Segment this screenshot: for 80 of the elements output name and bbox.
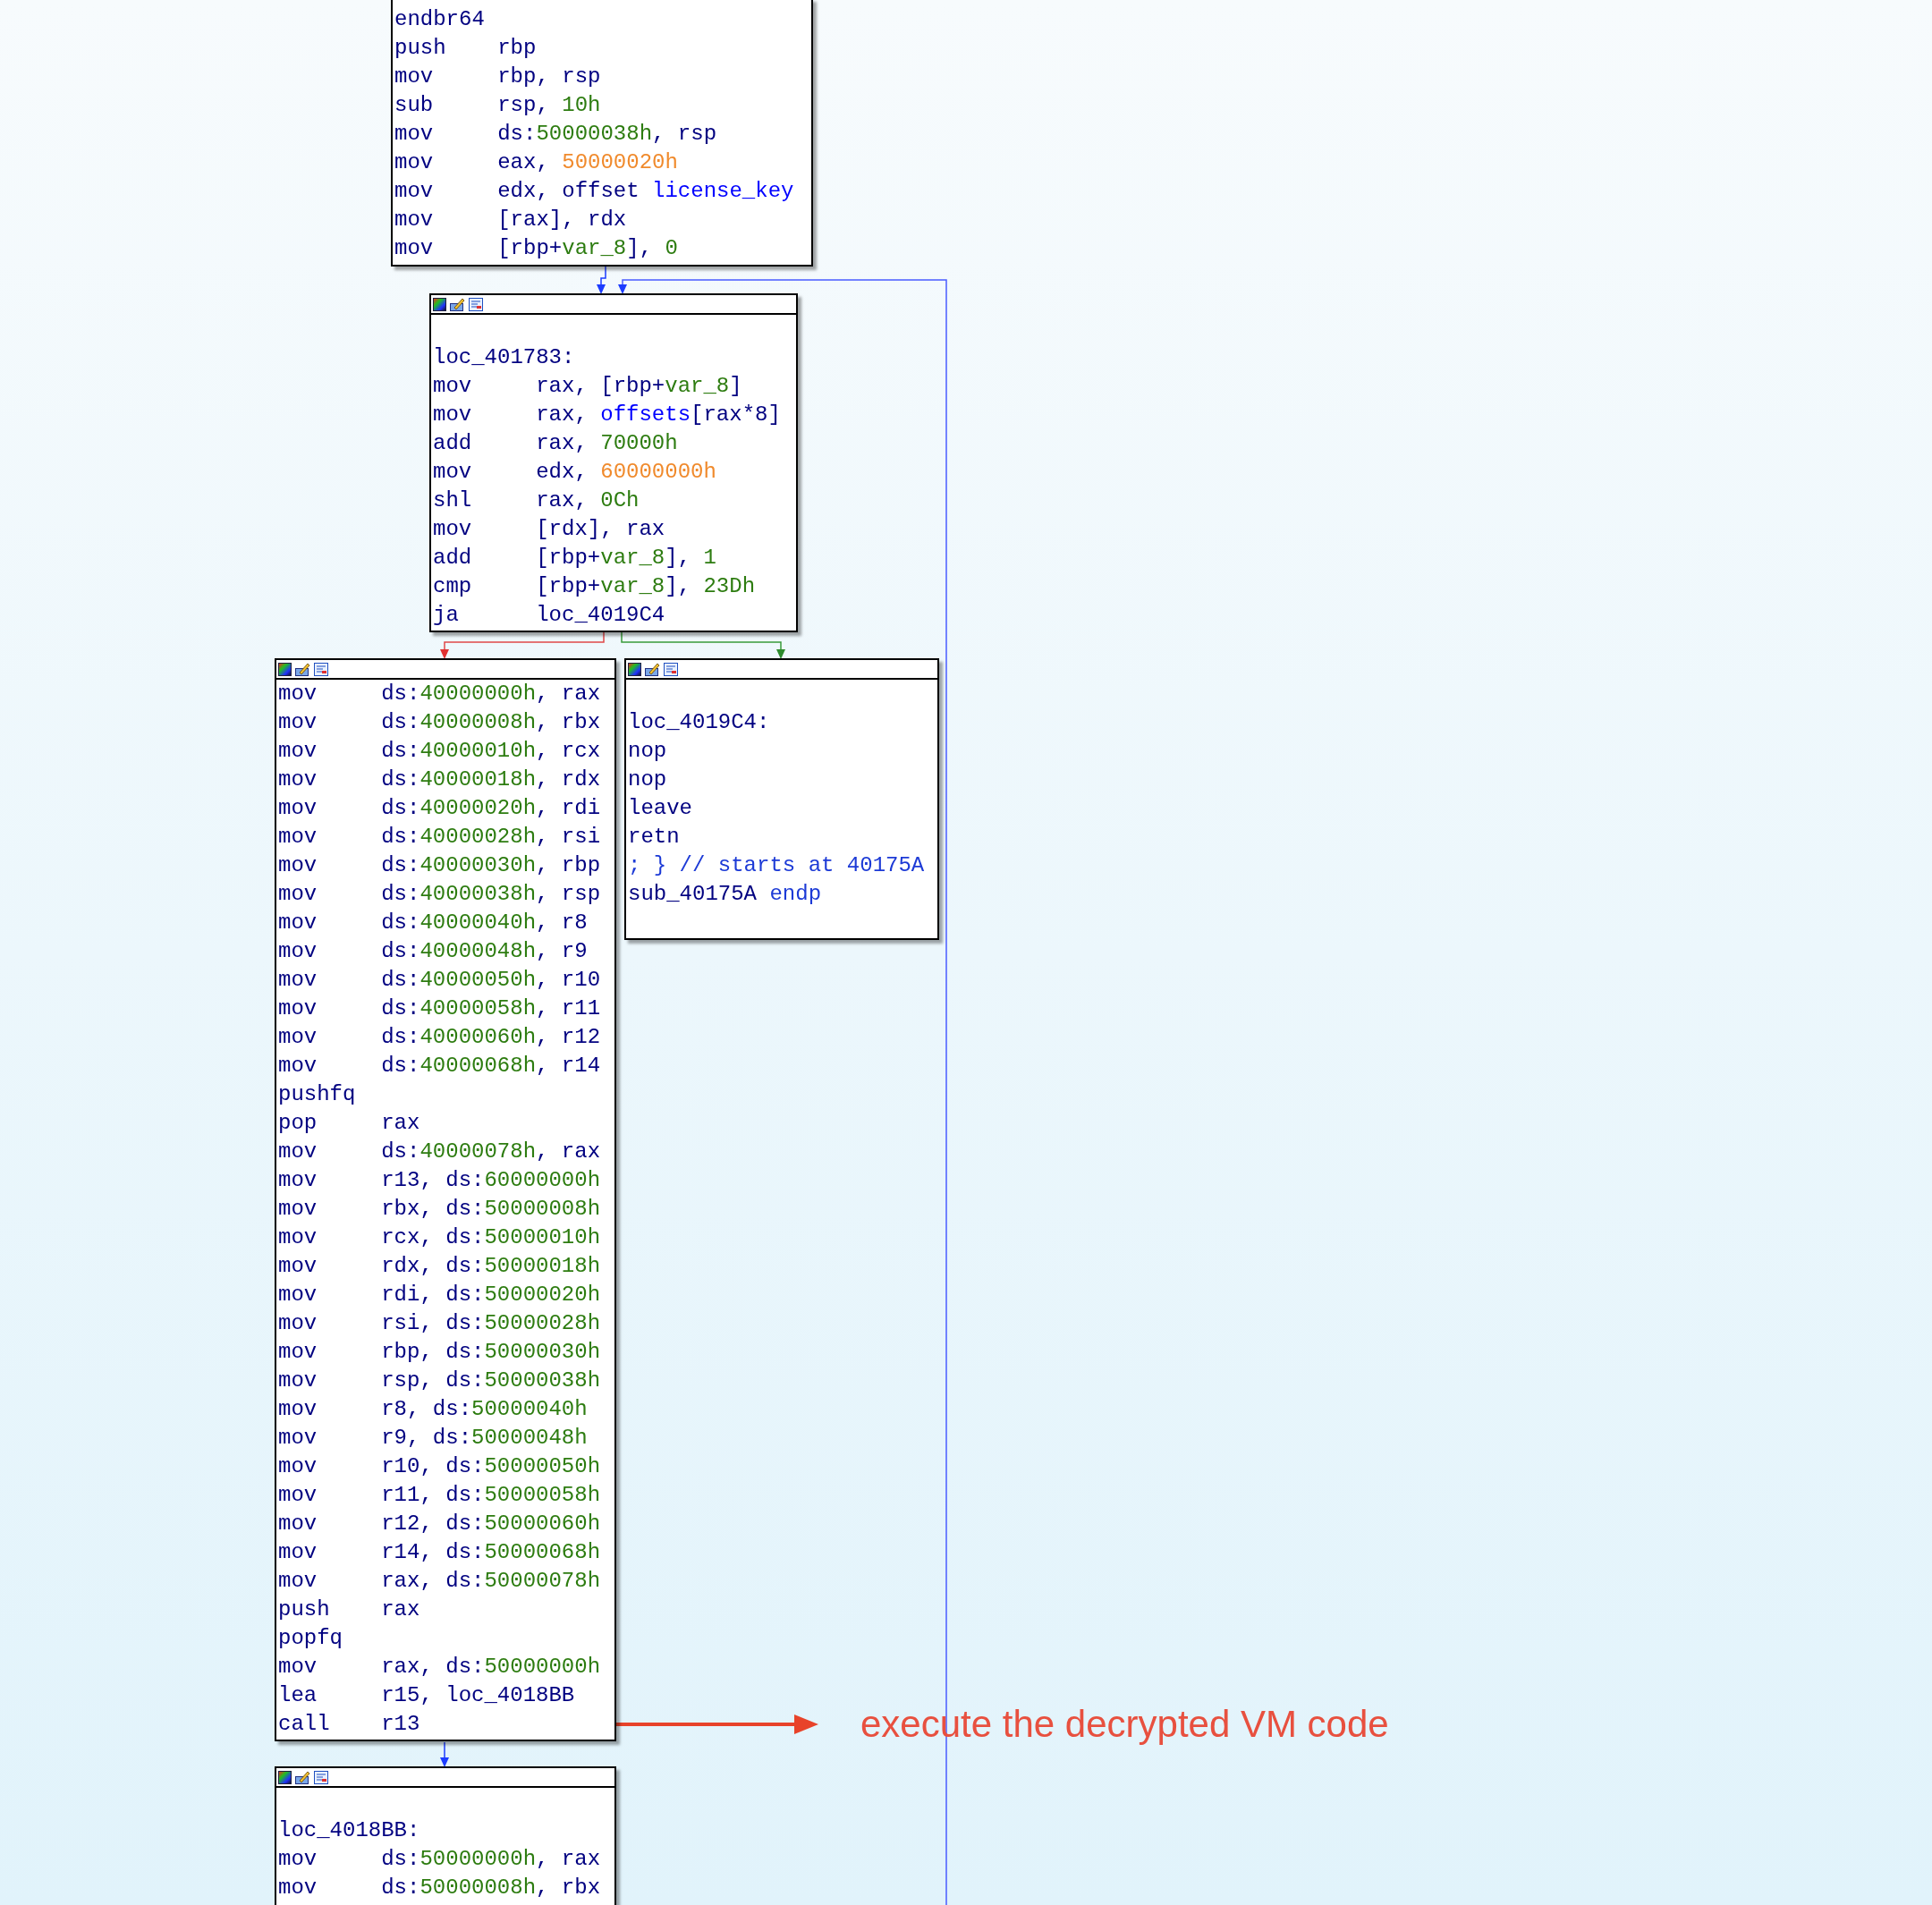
code-line: mov ds:40000078h, rax (278, 1139, 602, 1165)
code-line: mov edx, offset license_key (394, 178, 795, 205)
code-line: mov r11, ds:50000058h (278, 1482, 602, 1509)
code-line: mov rax, ds:50000000h (278, 1654, 602, 1681)
palette-icon[interactable] (433, 297, 446, 311)
code-label: loc_4019C4: (628, 709, 771, 736)
code-line: mov ds:50000000h, rax (278, 1846, 602, 1873)
pencil-icon[interactable] (645, 662, 660, 676)
pencil-icon[interactable] (295, 1770, 310, 1784)
pencil-icon[interactable] (295, 662, 310, 676)
code-line: mov ds:50000038h, rsp (394, 121, 718, 148)
graph-icon[interactable] (314, 662, 328, 676)
code-line: mov ds:40000068h, r14 (278, 1053, 602, 1080)
code-line: mov ds:40000030h, rbp (278, 852, 602, 879)
code-line: nop (628, 766, 668, 793)
code-line: popfq (278, 1625, 343, 1652)
palette-icon[interactable] (278, 1770, 292, 1784)
code-line: mov [rax], rdx (394, 207, 628, 233)
code-line: mov r14, ds:50000068h (278, 1539, 602, 1566)
code-line: push rbp (394, 35, 538, 62)
code-line: retn (628, 824, 681, 851)
graph-icon[interactable] (664, 662, 678, 676)
code-line: mov r10, ds:50000050h (278, 1453, 602, 1480)
code-line: lea r15, loc_4018BB (278, 1682, 576, 1709)
code-line: shl rax, 0Ch (433, 487, 640, 514)
code-line: leave (628, 795, 693, 822)
code-line: mov rax, [rbp+var_8] (433, 373, 743, 400)
pencil-icon[interactable] (450, 297, 465, 311)
code-line: mov [rbp+var_8], 0 (394, 235, 679, 262)
code-line: mov ds:40000058h, r11 (278, 995, 602, 1022)
graph-icon[interactable] (469, 297, 483, 311)
code-line: mov rbp, rsp (394, 64, 602, 90)
code-line: mov rbx, ds:50000008h (278, 1196, 602, 1223)
code-line: mov [rdx], rax (433, 516, 666, 543)
code-line: endbr64 (394, 6, 486, 33)
code-label: loc_401783: (433, 344, 576, 371)
code-line: call r13 (278, 1711, 421, 1738)
code-line: ja loc_4019C4 (433, 602, 666, 629)
code-line: mov edx, 60000000h (433, 459, 717, 486)
code-line: mov ds:40000018h, rdx (278, 766, 602, 793)
code-line: add rax, 70000h (433, 430, 679, 457)
code-line: mov ds:40000020h, rdi (278, 795, 602, 822)
code-line: mov ds:40000048h, r9 (278, 938, 589, 965)
code-line: mov rax, ds:50000078h (278, 1568, 602, 1595)
code-line: pushfq (278, 1081, 357, 1108)
code-line: mov rsp, ds:50000038h (278, 1367, 602, 1394)
code-line: mov ds:40000008h, rbx (278, 709, 602, 736)
code-line: mov ds:40000028h, rsi (278, 824, 602, 851)
code-line: mov rsi, ds:50000028h (278, 1310, 602, 1337)
code-line: mov rbp, ds:50000030h (278, 1339, 602, 1366)
code-line: mov rdx, ds:50000018h (278, 1253, 602, 1280)
code-line: mov eax, 50000020h (394, 149, 679, 176)
palette-icon[interactable] (628, 662, 641, 676)
code-label: sub_40175A endp (628, 881, 823, 908)
code-line: mov ds:50000008h, rbx (278, 1875, 602, 1901)
code-label: ; } // starts at 40175A (628, 852, 926, 879)
code-line: mov rax, offsets[rax*8] (433, 402, 782, 428)
code-line: mov r9, ds:50000048h (278, 1425, 589, 1452)
flow-arrow (440, 1741, 449, 1767)
code-line: mov r13, ds:60000000h (278, 1167, 602, 1194)
code-line: mov ds:40000060h, r12 (278, 1024, 602, 1051)
code-line: cmp [rbp+var_8], 23Dh (433, 573, 757, 600)
code-line: nop (628, 738, 668, 765)
code-line: mov r12, ds:50000060h (278, 1511, 602, 1537)
code-line: mov ds:40000010h, rcx (278, 738, 602, 765)
flow-arrow (597, 265, 606, 294)
code-line: push rax (278, 1596, 421, 1623)
code-line: sub rsp, 10h (394, 92, 602, 119)
code-line: mov r8, ds:50000040h (278, 1396, 589, 1423)
code-line: mov ds:40000040h, r8 (278, 910, 589, 936)
palette-icon[interactable] (278, 662, 292, 676)
code-line: pop rax (278, 1110, 421, 1137)
code-line: mov ds:40000038h, rsp (278, 881, 602, 908)
code-line: add [rbp+var_8], 1 (433, 545, 717, 572)
code-line: mov rdi, ds:50000020h (278, 1282, 602, 1308)
graph-icon[interactable] (314, 1770, 328, 1784)
code-line: mov ds:40000050h, r10 (278, 967, 602, 994)
code-label: loc_4018BB: (278, 1817, 421, 1844)
code-line: mov ds:40000000h, rax (278, 681, 602, 707)
code-line: mov rcx, ds:50000010h (278, 1224, 602, 1251)
